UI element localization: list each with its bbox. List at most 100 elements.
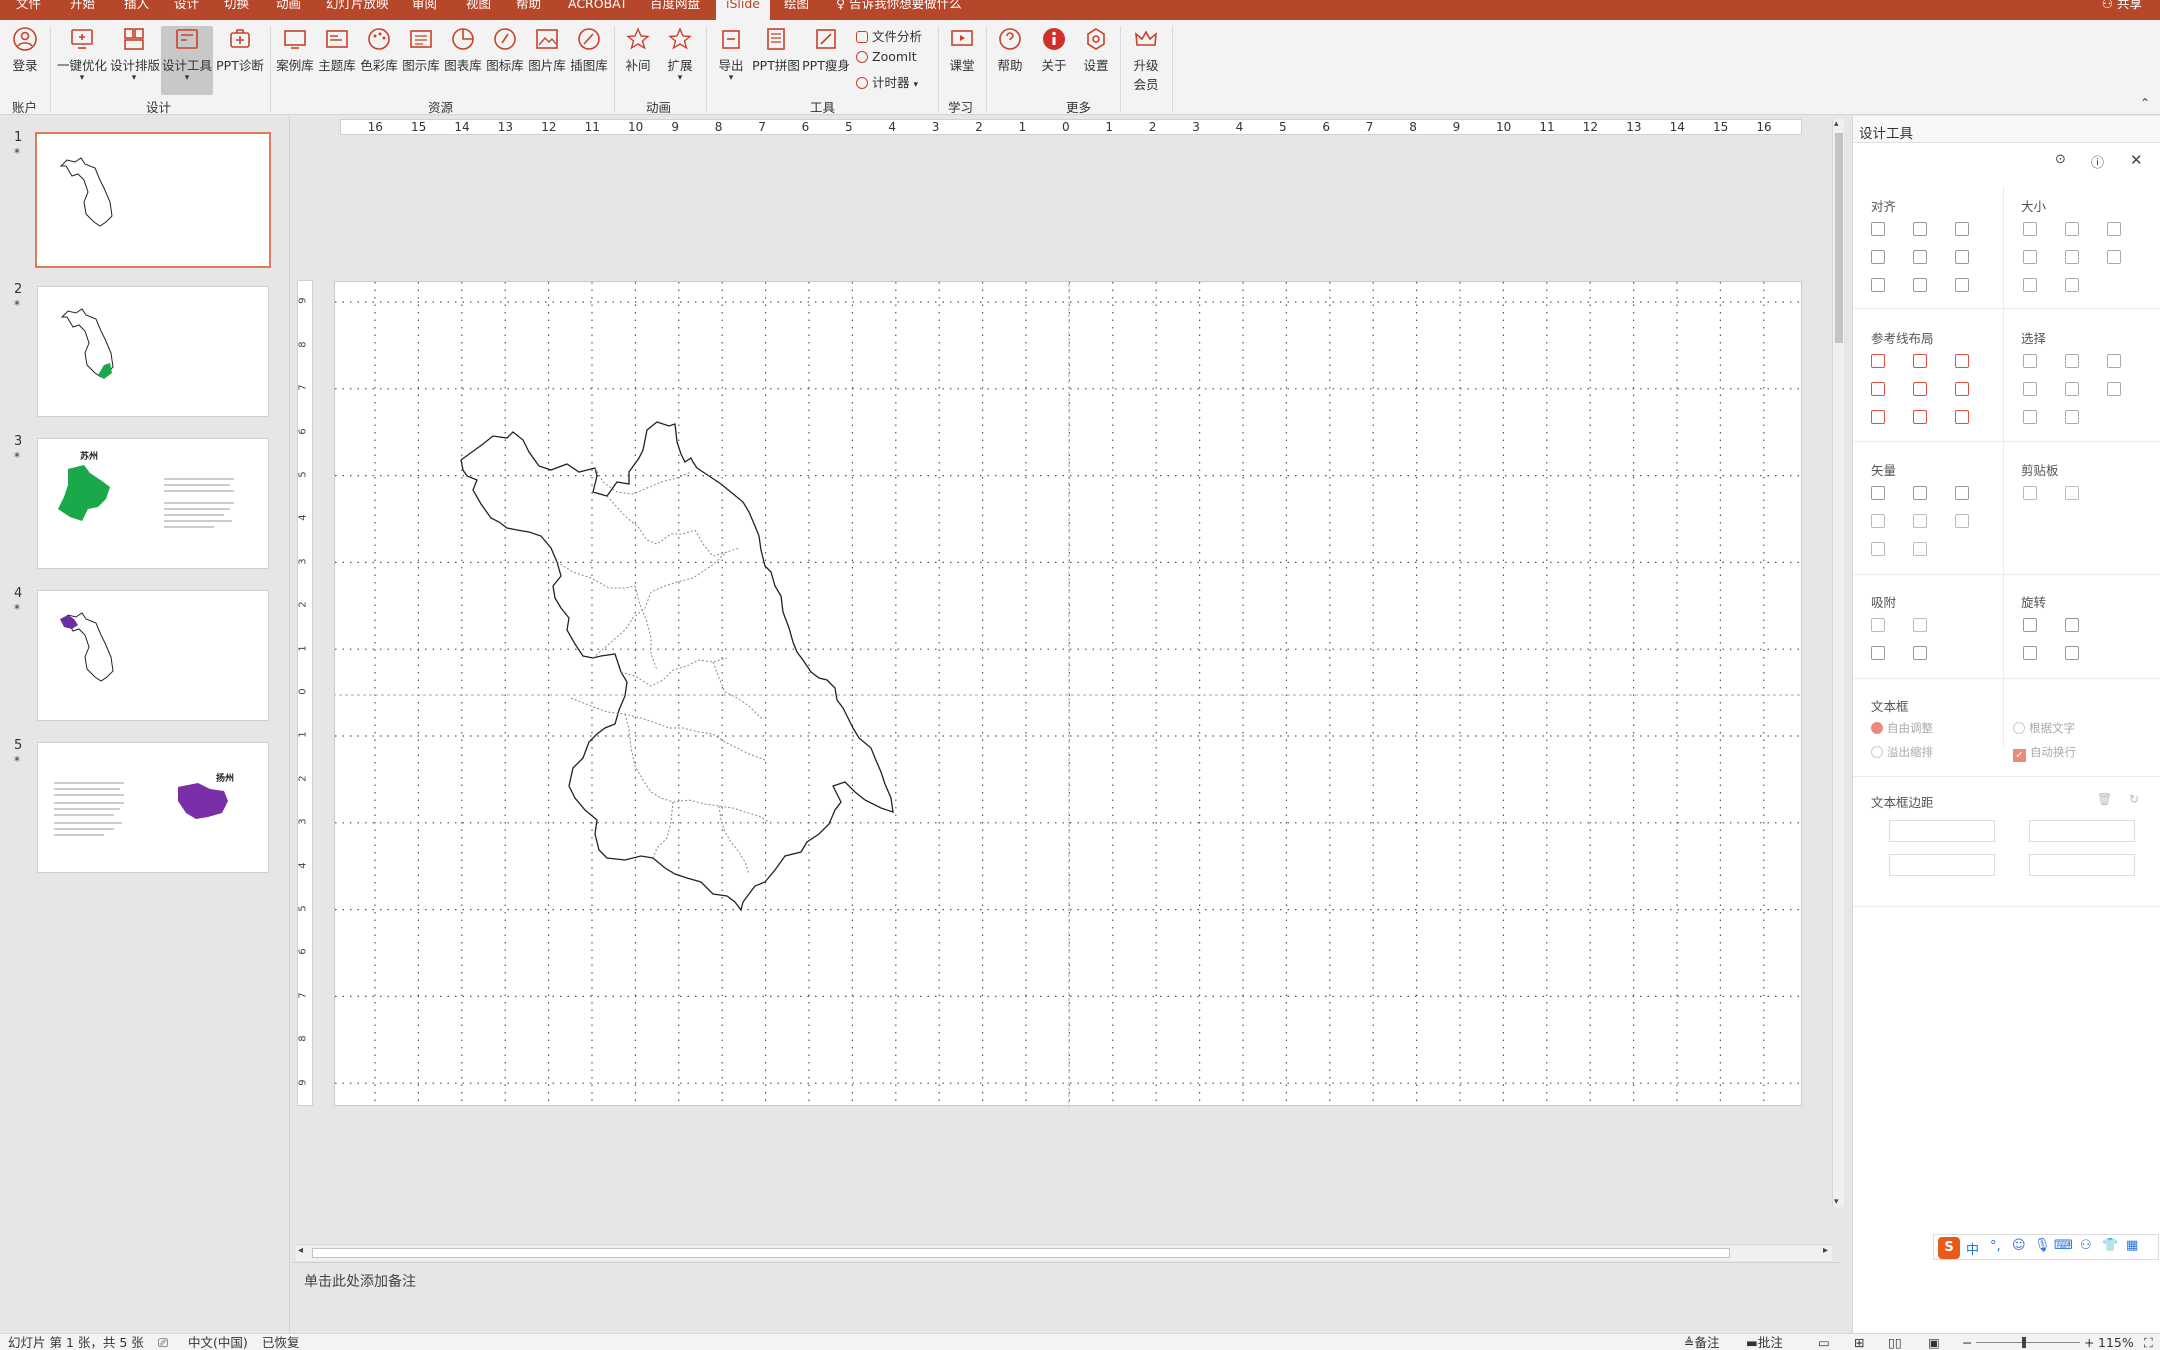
tool-icon[interactable] <box>2023 618 2037 632</box>
fit-text-radio[interactable]: 根据文字 <box>2013 720 2075 736</box>
tool-icon[interactable] <box>1955 222 1969 236</box>
tool-icon[interactable] <box>2107 354 2121 368</box>
sogou-ime-icon[interactable]: S <box>1938 1237 1960 1259</box>
tool-icon[interactable] <box>1955 354 1969 368</box>
tool-icon[interactable] <box>1955 382 1969 396</box>
slide-thumbnail-5[interactable]: 扬州 <box>37 742 269 873</box>
ppt-slim-button[interactable]: PPT瘦身 <box>802 26 850 74</box>
upgrade-member-button[interactable]: 升级 会员 <box>1124 26 1168 93</box>
tool-icon[interactable] <box>1913 646 1927 660</box>
tool-icon[interactable] <box>1913 250 1927 264</box>
tool-icon[interactable] <box>1871 486 1885 500</box>
tab-acrobat[interactable]: ACROBAT <box>568 0 627 10</box>
margin-bottom-input[interactable] <box>2029 854 2135 876</box>
tab-transitions[interactable]: 切换 <box>224 0 249 10</box>
tool-icon[interactable] <box>2065 382 2079 396</box>
scroll-left-icon[interactable]: ◂ <box>298 1245 303 1256</box>
tool-icon[interactable] <box>2023 646 2037 660</box>
tab-design[interactable]: 设计 <box>174 0 199 10</box>
tab-islide[interactable]: iSlide <box>716 0 770 20</box>
settings-button[interactable]: 设置 <box>1078 26 1114 74</box>
tool-icon[interactable] <box>1913 486 1927 500</box>
tab-slideshow[interactable]: 幻灯片放映 <box>326 0 389 10</box>
tool-icon[interactable] <box>2023 222 2037 236</box>
help-button[interactable]: 帮助 <box>992 26 1028 74</box>
refresh-icon[interactable]: ↻ <box>2129 792 2139 806</box>
tab-baidu-netdisk[interactable]: 百度网盘 <box>650 0 700 10</box>
horizontal-scrollbar[interactable]: ◂ ▸ <box>296 1244 1832 1261</box>
tool-icon[interactable] <box>1871 382 1885 396</box>
tool-icon[interactable] <box>2107 222 2121 236</box>
notes-pane[interactable]: 单击此处添加备注 <box>292 1262 1840 1333</box>
skin-icon[interactable]: 👕 <box>2102 1238 2118 1253</box>
reading-view-icon[interactable]: ▯▯ <box>1888 1334 1902 1350</box>
trash-icon[interactable]: 🗑 <box>2097 792 2112 806</box>
tab-review[interactable]: 审阅 <box>412 0 437 10</box>
tween-button[interactable]: 补间 <box>620 26 656 74</box>
tool-icon[interactable] <box>1871 250 1885 264</box>
vertical-scrollbar[interactable]: ▴ ▾ <box>1832 119 1844 1207</box>
export-button[interactable]: 导出 ▾ <box>712 26 750 83</box>
tool-icon[interactable] <box>2065 250 2079 264</box>
zoom-out-button[interactable]: − <box>1962 1334 1972 1350</box>
tool-icon[interactable] <box>1871 410 1885 424</box>
design-tools-button[interactable]: 设计工具 ▾ <box>161 26 213 95</box>
overflow-shrink-radio[interactable]: 溢出缩排 <box>1871 744 1933 760</box>
design-layout-button[interactable]: 设计排版 ▾ <box>110 26 160 83</box>
microphone-icon[interactable]: 🎙 <box>2034 1238 2051 1253</box>
case-library-button[interactable]: 案例库 <box>274 26 316 74</box>
slideshow-view-icon[interactable]: ▣ <box>1928 1334 1940 1350</box>
slide-thumbnail-2[interactable] <box>37 286 269 417</box>
scroll-right-icon[interactable]: ▸ <box>1823 1245 1828 1256</box>
tab-draw[interactable]: 绘图 <box>784 0 809 10</box>
tool-icon[interactable] <box>2065 354 2079 368</box>
help-circle-icon[interactable]: ⓘ <box>2091 152 2104 171</box>
image-library-button[interactable]: 图片库 <box>526 26 568 74</box>
scroll-down-icon[interactable]: ▾ <box>1834 1197 1839 1207</box>
hscroll-thumb[interactable] <box>312 1248 1730 1258</box>
zoom-in-button[interactable]: + <box>2084 1334 2094 1350</box>
tool-icon[interactable] <box>1955 514 1969 528</box>
tool-icon[interactable] <box>1871 514 1885 528</box>
extend-button[interactable]: 扩展 ▾ <box>662 26 698 83</box>
tool-icon[interactable] <box>1913 354 1927 368</box>
slide-sorter-icon[interactable]: ⊞ <box>1854 1334 1864 1350</box>
tool-icon[interactable] <box>1913 542 1927 556</box>
about-button[interactable]: 关于 <box>1036 26 1072 74</box>
tool-icon[interactable] <box>1955 486 1969 500</box>
tool-icon[interactable] <box>1913 618 1927 632</box>
tool-icon[interactable] <box>1913 382 1927 396</box>
tool-icon[interactable] <box>2065 410 2079 424</box>
tool-icon[interactable] <box>1871 278 1885 292</box>
scroll-up-icon[interactable]: ▴ <box>1834 119 1839 129</box>
tool-icon[interactable] <box>2023 278 2037 292</box>
tool-icon[interactable] <box>1871 542 1885 556</box>
ime-mode-icon[interactable]: 中 <box>1966 1239 1979 1258</box>
zoom-slider[interactable] <box>1976 1342 2080 1343</box>
login-button[interactable]: 登录 <box>8 26 42 74</box>
zoom-slider-thumb[interactable] <box>2022 1337 2026 1348</box>
tool-icon[interactable] <box>1913 514 1927 528</box>
tool-icon[interactable] <box>2065 646 2079 660</box>
icon-library-button[interactable]: 图标库 <box>484 26 526 74</box>
slide-thumbnail-1[interactable] <box>35 132 271 268</box>
illustration-library-button[interactable]: 插图库 <box>568 26 610 74</box>
toolbox-icon[interactable]: ▦ <box>2126 1238 2138 1253</box>
ime-toolbar[interactable]: S 中 °, ☺ 🎙 ⌨ ⚇ 👕 ▦ <box>1933 1234 2159 1260</box>
tool-icon[interactable] <box>2023 354 2037 368</box>
tab-home[interactable]: 开始 <box>70 0 95 10</box>
notes-toggle[interactable]: ≜ 备注 <box>1684 1334 1720 1350</box>
tool-icon[interactable] <box>2023 382 2037 396</box>
pin-icon[interactable]: ⊙ <box>2055 152 2066 167</box>
tool-icon[interactable] <box>2065 222 2079 236</box>
tab-animations[interactable]: 动画 <box>276 0 301 10</box>
margin-top-input[interactable] <box>1889 854 1995 876</box>
tool-icon[interactable] <box>1871 354 1885 368</box>
tool-icon[interactable] <box>1871 646 1885 660</box>
punctuation-icon[interactable]: °, <box>1990 1239 2001 1254</box>
language-indicator[interactable]: 中文(中国) <box>188 1334 248 1350</box>
zoom-level[interactable]: 115% <box>2098 1334 2134 1350</box>
tool-icon[interactable] <box>1955 250 1969 264</box>
share-button[interactable]: ⚇ 共享 <box>2102 0 2142 10</box>
tab-help[interactable]: 帮助 <box>516 0 541 10</box>
